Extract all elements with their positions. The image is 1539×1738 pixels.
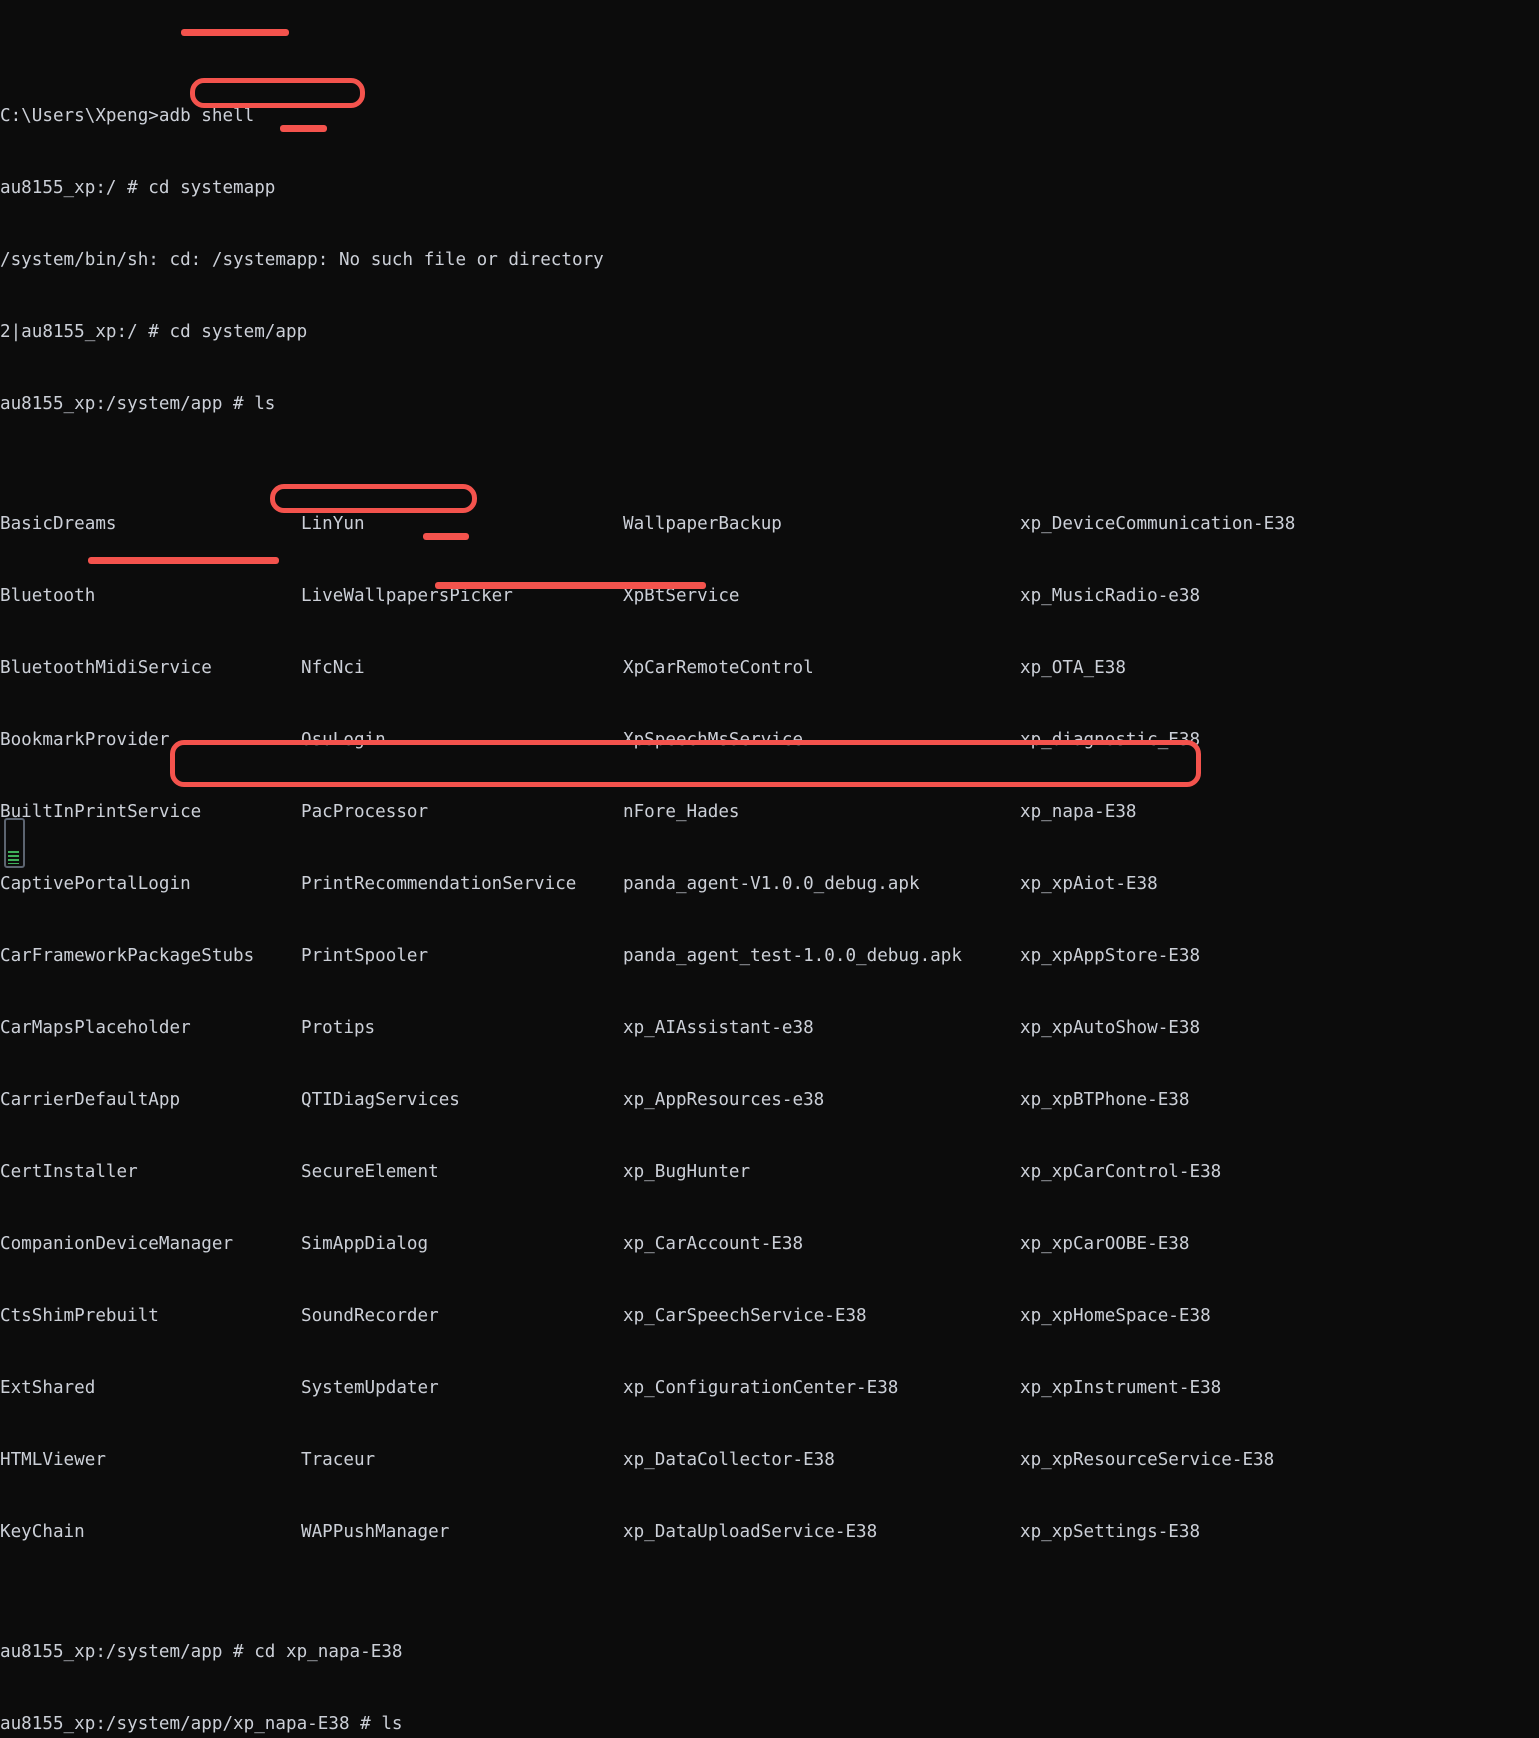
ls-entry: xp_napa-E38 bbox=[1020, 802, 1137, 822]
ls-row: KeyChain WAPPushManager xp_DataUploadSer… bbox=[0, 1520, 1539, 1544]
ls-entry: BookmarkProvider bbox=[0, 730, 170, 750]
ls-entry: xp_xpResourceService-E38 bbox=[1020, 1450, 1275, 1470]
ls-entry: xp_xpCarOOBE-E38 bbox=[1020, 1234, 1190, 1254]
ls-entry: xp_xpSettings-E38 bbox=[1020, 1522, 1201, 1542]
ls-entry: Traceur bbox=[301, 1450, 376, 1470]
annotation-underline-apk-file bbox=[88, 557, 279, 564]
ls-row: HTMLViewer Traceur xp_DataCollector-E38 … bbox=[0, 1448, 1539, 1472]
ls-entry: xp_xpAutoShow-E38 bbox=[1020, 1018, 1201, 1038]
ls-entry: xp_AIAssistant-e38 bbox=[623, 1018, 814, 1038]
ls-entry: CtsShimPrebuilt bbox=[0, 1306, 159, 1326]
ls-row: CaptivePortalLogin PrintRecommendationSe… bbox=[0, 872, 1539, 896]
ls-entry: HTMLViewer bbox=[0, 1450, 106, 1470]
ls-entry: XpSpeechMsService bbox=[623, 730, 804, 750]
ls-row: CarMapsPlaceholder Protips xp_AIAssistan… bbox=[0, 1016, 1539, 1040]
terminal-line: /system/bin/sh: cd: /systemapp: No such … bbox=[0, 250, 604, 270]
terminal-line: C:\Users\Xpeng>adb shell bbox=[0, 106, 255, 126]
annotation-box-adb-push-command bbox=[170, 740, 1201, 787]
terminal-line: au8155_xp:/system/app # cd xp_napa-E38 bbox=[0, 1642, 403, 1662]
ls-entry: PrintSpooler bbox=[301, 946, 429, 966]
ls-entry: xp_xpAiot-E38 bbox=[1020, 874, 1158, 894]
ls-entry: XpBtService bbox=[623, 586, 740, 606]
ls-entry: ExtShared bbox=[0, 1378, 96, 1398]
annotation-underline-rm-command bbox=[435, 582, 706, 589]
ls-row: CompanionDeviceManager SimAppDialog xp_C… bbox=[0, 1232, 1539, 1256]
annotation-box-cd-system-app bbox=[190, 78, 365, 108]
ls-entry: WAPPushManager bbox=[301, 1522, 450, 1542]
ls-entry: SimAppDialog bbox=[301, 1234, 429, 1254]
ls-entry: xp_DataCollector-E38 bbox=[623, 1450, 835, 1470]
ls-entry: OsuLogin bbox=[301, 730, 386, 750]
ls-row: BasicDreams LinYun WallpaperBackup xp_De… bbox=[0, 512, 1539, 536]
ls-entry: xp_xpHomeSpace-E38 bbox=[1020, 1306, 1211, 1326]
ls-entry: CarMapsPlaceholder bbox=[0, 1018, 191, 1038]
ls-row: ExtShared SystemUpdater xp_Configuration… bbox=[0, 1376, 1539, 1400]
ls-entry: xp_MusicRadio-e38 bbox=[1020, 586, 1201, 606]
ls-entry: panda_agent_test-1.0.0_debug.apk bbox=[623, 946, 962, 966]
ls-entry: xp_diagnostic_E38 bbox=[1020, 730, 1201, 750]
ls-row: BookmarkProvider OsuLogin XpSpeechMsServ… bbox=[0, 728, 1539, 752]
annotation-underline-ls bbox=[280, 125, 327, 132]
caret-bars-icon bbox=[8, 851, 19, 864]
annotation-layer bbox=[0, 0, 1539, 869]
text-caret-icon bbox=[4, 818, 25, 868]
ls-entry: BluetoothMidiService bbox=[0, 658, 212, 678]
terminal-line: au8155_xp:/ # cd systemapp bbox=[0, 178, 276, 198]
terminal-screen: C:\Users\Xpeng>adb shell au8155_xp:/ # c… bbox=[0, 8, 1539, 1738]
terminal-line: au8155_xp:/system/app # ls bbox=[0, 394, 276, 414]
ls-entry: PacProcessor bbox=[301, 802, 429, 822]
ls-entry: QTIDiagServices bbox=[301, 1090, 460, 1110]
ls-entry: xp_BugHunter bbox=[623, 1162, 751, 1182]
terminal-line: 2|au8155_xp:/ # cd system/app bbox=[0, 322, 308, 342]
ls-entry: nFore_Hades bbox=[623, 802, 740, 822]
ls-entry: CertInstaller bbox=[0, 1162, 138, 1182]
ls-entry: CarrierDefaultApp bbox=[0, 1090, 181, 1110]
ls-entry: xp_AppResources-e38 bbox=[623, 1090, 825, 1110]
annotation-underline-adb-shell bbox=[181, 29, 289, 36]
ls-entry: CaptivePortalLogin bbox=[0, 874, 191, 894]
ls-entry: Bluetooth bbox=[0, 586, 96, 606]
terminal-window[interactable]: C:\Users\Xpeng>adb shell au8155_xp:/ # c… bbox=[0, 0, 1539, 1734]
ls-entry: BuiltInPrintService bbox=[0, 802, 202, 822]
ls-entry: LinYun bbox=[301, 514, 365, 534]
ls-entry: xp_xpCarControl-E38 bbox=[1020, 1162, 1222, 1182]
ls-entry: SoundRecorder bbox=[301, 1306, 439, 1326]
annotation-box-cd-xp-napa bbox=[270, 484, 477, 513]
terminal-line: au8155_xp:/system/app/xp_napa-E38 # ls bbox=[0, 1714, 403, 1734]
ls-entry: CompanionDeviceManager bbox=[0, 1234, 234, 1254]
ls-entry: xp_DeviceCommunication-E38 bbox=[1020, 514, 1296, 534]
ls-row: CarrierDefaultApp QTIDiagServices xp_App… bbox=[0, 1088, 1539, 1112]
ls-entry: KeyChain bbox=[0, 1522, 85, 1542]
ls-row: CarFrameworkPackageStubs PrintSpooler pa… bbox=[0, 944, 1539, 968]
ls-entry: SecureElement bbox=[301, 1162, 439, 1182]
ls-row: BluetoothMidiService NfcNci XpCarRemoteC… bbox=[0, 656, 1539, 680]
ls-entry: xp_xpAppStore-E38 bbox=[1020, 946, 1201, 966]
ls-entry: xp_OTA_E38 bbox=[1020, 658, 1126, 678]
ls-entry: xp_xpInstrument-E38 bbox=[1020, 1378, 1222, 1398]
ls-row: CertInstaller SecureElement xp_BugHunter… bbox=[0, 1160, 1539, 1184]
ls-entry: CarFrameworkPackageStubs bbox=[0, 946, 255, 966]
ls-entry: SystemUpdater bbox=[301, 1378, 439, 1398]
ls-entry: Protips bbox=[301, 1018, 376, 1038]
ls-entry: BasicDreams bbox=[0, 514, 117, 534]
ls-row: BuiltInPrintService PacProcessor nFore_H… bbox=[0, 800, 1539, 824]
annotation-underline-ls-2 bbox=[423, 533, 469, 540]
ls-entry: xp_ConfigurationCenter-E38 bbox=[623, 1378, 899, 1398]
ls-entry: PrintRecommendationService bbox=[301, 874, 577, 894]
ls-row: Bluetooth LiveWallpapersPicker XpBtServi… bbox=[0, 584, 1539, 608]
ls-entry: LiveWallpapersPicker bbox=[301, 586, 513, 606]
ls-entry: xp_CarAccount-E38 bbox=[623, 1234, 804, 1254]
ls-entry: WallpaperBackup bbox=[623, 514, 782, 534]
ls-entry: panda_agent-V1.0.0_debug.apk bbox=[623, 874, 920, 894]
ls-entry: NfcNci bbox=[301, 658, 365, 678]
ls-row: CtsShimPrebuilt SoundRecorder xp_CarSpee… bbox=[0, 1304, 1539, 1328]
ls-entry: xp_xpBTPhone-E38 bbox=[1020, 1090, 1190, 1110]
ls-entry: xp_CarSpeechService-E38 bbox=[623, 1306, 867, 1326]
ls-entry: xp_DataUploadService-E38 bbox=[623, 1522, 878, 1542]
ls-entry: XpCarRemoteControl bbox=[623, 658, 814, 678]
